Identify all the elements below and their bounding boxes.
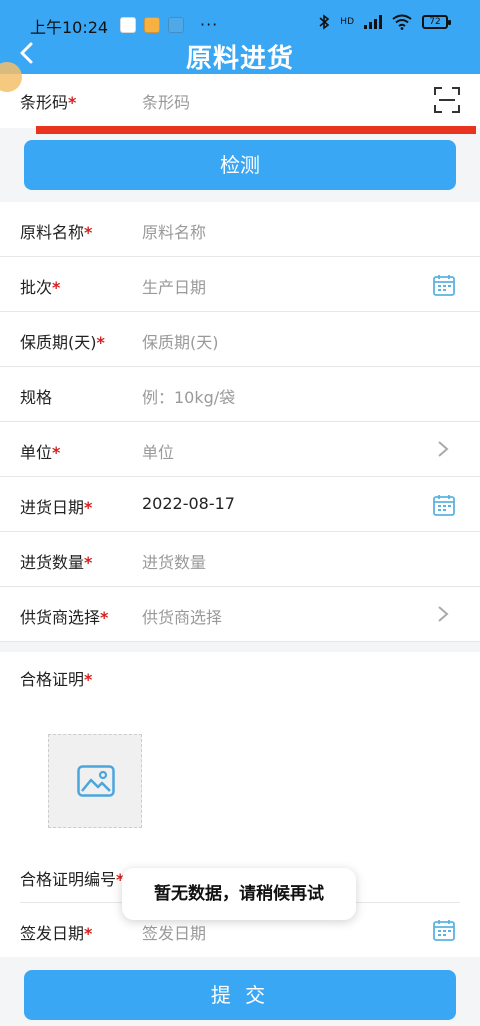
detect-button[interactable]: 检测 (24, 140, 456, 190)
calendar-icon[interactable] (432, 918, 456, 942)
scan-icon[interactable] (434, 87, 460, 113)
field-label: 供货商选择* (20, 608, 109, 627)
form-row-material-name[interactable]: 原料名称* 原料名称 (0, 202, 480, 257)
chevron-right-icon[interactable] (436, 604, 450, 624)
supplier-select[interactable]: 供货商选择 (142, 604, 222, 628)
unit-select[interactable]: 单位 (142, 439, 174, 463)
app-header: 上午10:24 ··· HD 72 原料进货 (0, 0, 480, 74)
signal-icon (364, 15, 382, 29)
field-label: 原料名称* (20, 223, 93, 242)
form-row-purchase-quantity[interactable]: 进货数量* 进货数量 (0, 532, 480, 587)
page-title: 原料进货 (185, 44, 294, 74)
bluetooth-icon (319, 14, 330, 30)
field-label: 保质期(天)* (20, 333, 105, 352)
barcode-input[interactable]: 条形码 (142, 89, 190, 113)
image-upload-box[interactable] (48, 734, 142, 828)
production-date-input[interactable]: 生产日期 (142, 274, 206, 298)
status-time: 上午10:24 (30, 18, 109, 37)
sign-date-label: 签发日期* (20, 924, 93, 943)
field-label: 单位* (20, 443, 61, 462)
field-label: 进货日期* (20, 498, 93, 517)
barcode-label: 条形码* (20, 93, 77, 112)
calendar-icon[interactable] (432, 493, 456, 517)
form-row-unit[interactable]: 单位* 单位 (0, 422, 480, 477)
form-row-specification[interactable]: 规格 例：10kg/袋 (0, 367, 480, 422)
form-row-purchase-date[interactable]: 进货日期* 2022-08-17 (0, 477, 480, 532)
form-row-supplier[interactable]: 供货商选择* 供货商选择 (0, 587, 480, 642)
toast-message: 暂无数据，请稍候再试 (122, 868, 356, 920)
material-name-input[interactable]: 原料名称 (142, 219, 206, 243)
calendar-icon[interactable] (432, 273, 456, 297)
network-type: HD (340, 16, 354, 27)
sign-date-input[interactable]: 签发日期 (142, 920, 206, 944)
specification-input[interactable]: 例：10kg/袋 (142, 384, 235, 408)
wifi-icon (392, 14, 412, 30)
barcode-field[interactable]: 条形码* 条形码 (0, 74, 480, 128)
purchase-date-input[interactable]: 2022-08-17 (142, 494, 235, 513)
certificate-number-label: 合格证明编号* (20, 870, 125, 889)
certificate-label: 合格证明* (20, 670, 93, 689)
image-icon (77, 765, 115, 797)
highlight-underline (36, 126, 476, 134)
form-row-batch[interactable]: 批次* 生产日期 (0, 257, 480, 312)
battery-icon: 72 (422, 15, 451, 29)
notification-app-icon (120, 16, 136, 33)
notification-app-icon (168, 16, 184, 33)
material-form: 原料名称* 原料名称 批次* 生产日期 保质期(天)* 保质期(天) 规格 例：… (0, 202, 480, 642)
notification-app-icon (144, 16, 160, 33)
field-label: 规格 (20, 388, 53, 407)
submit-button[interactable]: 提 交 (24, 970, 456, 1020)
chevron-right-icon[interactable] (436, 439, 450, 459)
field-label: 批次* (20, 278, 61, 297)
field-label: 进货数量* (20, 553, 93, 572)
status-app-icons: ··· (120, 15, 218, 34)
shelf-life-input[interactable]: 保质期(天) (142, 329, 219, 353)
status-indicators: HD 72 (318, 14, 451, 30)
more-notifications: ··· (200, 15, 219, 34)
form-row-shelf-life[interactable]: 保质期(天)* 保质期(天) (0, 312, 480, 367)
purchase-quantity-input[interactable]: 进货数量 (142, 549, 206, 573)
